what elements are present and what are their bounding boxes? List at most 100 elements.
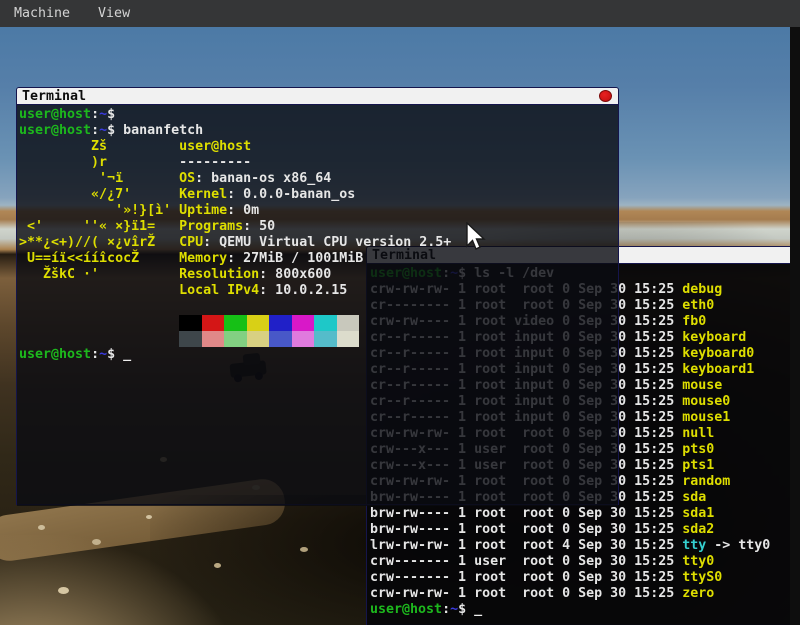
- text-segment: keyboard: [682, 330, 746, 345]
- terminal-line: '»!}[ì' Uptime: 0m: [19, 203, 618, 219]
- terminal-line: [19, 427, 618, 443]
- text-segment: eth0: [682, 298, 714, 313]
- text-segment: keyboard1: [682, 362, 754, 377]
- text-segment: sda1: [682, 506, 714, 521]
- terminal-line: [19, 363, 618, 379]
- mouse-pointer-icon: [466, 222, 490, 254]
- terminal-line: [19, 379, 618, 395]
- palette-swatch: [269, 315, 292, 331]
- terminal-line: U==íï<<ííîcocŽ Memory: 27MiB / 1001MiB: [19, 251, 618, 267]
- text-segment: Zš user@host: [19, 139, 251, 154]
- wallpaper-rock: [146, 515, 152, 519]
- palette-swatch: [224, 331, 247, 347]
- terminal-line: )r ---------: [19, 155, 618, 171]
- terminal-line: user@host:~$ bananfetch: [19, 123, 618, 139]
- text-segment: mouse0: [682, 394, 730, 409]
- text-segment: pts0: [682, 442, 714, 457]
- terminal-line: crw-rw-rw- 1 root root 0 Sep 30 15:25 ze…: [370, 586, 799, 602]
- palette-swatch: [337, 315, 360, 331]
- text-segment: user@host: [370, 602, 442, 617]
- text-segment: : 0.0.0-banan_os: [227, 187, 355, 202]
- text-segment: $ bananfetch: [107, 123, 203, 138]
- terminal-line: brw-rw---- 1 root root 0 Sep 30 15:25 sd…: [370, 522, 799, 538]
- screen-edge-strip: [790, 27, 800, 625]
- palette-swatch: [202, 331, 225, 347]
- terminal-line: ŽškC ·' Resolution: 800x600: [19, 267, 618, 283]
- text-segment: $: [107, 107, 115, 122]
- text-segment: user@host: [19, 107, 91, 122]
- terminal-line: brw-rw---- 1 root root 0 Sep 30 15:25 sd…: [370, 506, 799, 522]
- menu-view[interactable]: View: [84, 0, 144, 27]
- terminal1-titlebar[interactable]: Terminal: [17, 88, 618, 105]
- terminal1-title: Terminal: [22, 89, 86, 104]
- wallpaper-rock: [58, 587, 69, 594]
- terminal-line: user@host:~$ _: [370, 602, 799, 618]
- terminal-line: [19, 459, 618, 475]
- terminal-line: user@host:~$ _: [19, 347, 618, 363]
- text-segment: ~: [99, 123, 107, 138]
- wallpaper-rock: [300, 547, 308, 552]
- text-segment: crw------- 1 user root 0 Sep 30 15:25: [370, 554, 682, 569]
- text-segment: : 27MiB / 1001MiB: [227, 251, 363, 266]
- text-segment: «/¿7' Kernel: [19, 187, 227, 202]
- terminal-line: >**¿<+)//( ×¿vîrŽ CPU: QEMU Virtual CPU …: [19, 235, 618, 251]
- terminal-line: crw------- 1 user root 0 Sep 30 15:25 tt…: [370, 554, 799, 570]
- text-segment: fb0: [682, 314, 706, 329]
- palette-swatch: [269, 331, 292, 347]
- terminal-line: crw------- 1 root root 0 Sep 30 15:25 tt…: [370, 570, 799, 586]
- terminal-line: Zš user@host: [19, 139, 618, 155]
- text-segment: )r: [19, 155, 179, 170]
- color-palette-row: [179, 331, 359, 347]
- terminal-line: Local IPv4: 10.0.2.15: [19, 283, 618, 299]
- text-segment: null: [682, 426, 714, 441]
- terminal-line: [19, 475, 618, 491]
- text-segment: -> tty0: [706, 538, 770, 553]
- text-segment: : banan-os x86_64: [195, 171, 331, 186]
- text-segment: Local IPv4: [19, 283, 259, 298]
- text-segment: : 10.0.2.15: [259, 283, 347, 298]
- text-segment: : 0m: [227, 203, 259, 218]
- text-segment: mouse1: [682, 410, 730, 425]
- text-segment: '»!}[ì' Uptime: [19, 203, 227, 218]
- vm-screen: Terminal user@host:~$ ls -l /devcrw-rw-r…: [0, 0, 800, 625]
- text-segment: crw-rw-rw- 1 root root 0 Sep 30 15:25: [370, 586, 682, 601]
- terminal-line: [19, 315, 618, 331]
- palette-swatch: [179, 315, 202, 331]
- text-segment: $: [458, 602, 474, 617]
- wallpaper-rock: [92, 539, 101, 545]
- terminal-line: [19, 443, 618, 459]
- text-segment: keyboard0: [682, 346, 754, 361]
- text-segment: :: [91, 107, 99, 122]
- text-segment: brw-rw---- 1 root root 0 Sep 30 15:25: [370, 522, 682, 537]
- palette-swatch: [337, 331, 360, 347]
- palette-swatch: [314, 331, 337, 347]
- text-segment: ~: [99, 107, 107, 122]
- terminal-cursor: _: [123, 347, 131, 362]
- text-segment: crw------- 1 root root 0 Sep 30 15:25: [370, 570, 682, 585]
- text-segment: ~: [99, 347, 107, 362]
- terminal1-content[interactable]: user@host:~$user@host:~$ bananfetch Zš u…: [17, 105, 618, 506]
- text-segment: : QEMU Virtual CPU version 2.5+: [203, 235, 451, 250]
- menu-machine[interactable]: Machine: [0, 0, 84, 27]
- text-segment: brw-rw---- 1 root root 0 Sep 30 15:25: [370, 506, 682, 521]
- terminal-cursor: _: [474, 602, 482, 617]
- text-segment: <' ''« ×}ï1= Programs: [19, 219, 243, 234]
- palette-swatch: [247, 331, 270, 347]
- wallpaper-rock: [214, 563, 221, 568]
- text-segment: zero: [682, 586, 714, 601]
- text-segment: >**¿<+)//( ×¿vîrŽ CPU: [19, 235, 203, 250]
- text-segment: debug: [682, 282, 722, 297]
- text-segment: lrw-rw-rw- 1 root root 4 Sep 30 15:25: [370, 538, 682, 553]
- text-segment: tty0: [682, 554, 714, 569]
- text-segment: '¬ï OS: [19, 171, 195, 186]
- palette-swatch: [247, 315, 270, 331]
- text-segment: :: [91, 347, 99, 362]
- wallpaper-sand-patch: [0, 535, 240, 625]
- terminal-line: <' ''« ×}ï1= Programs: 50: [19, 219, 618, 235]
- terminal-line: lrw-rw-rw- 1 root root 4 Sep 30 15:25 tt…: [370, 538, 799, 554]
- close-button-icon[interactable]: [599, 90, 612, 102]
- text-segment: :: [442, 602, 450, 617]
- vm-menubar: Machine View: [0, 0, 800, 27]
- text-segment: pts1: [682, 458, 714, 473]
- text-segment: tty: [682, 538, 706, 553]
